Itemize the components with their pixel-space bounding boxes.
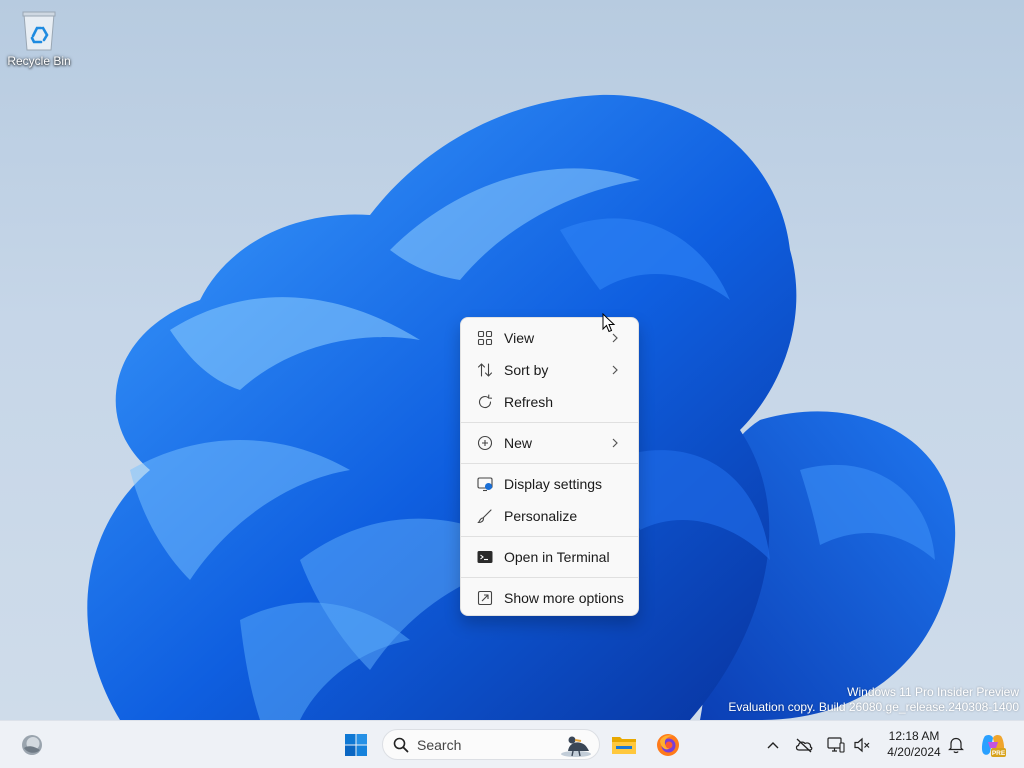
menu-item-show-more-options-label: Show more options <box>504 590 624 606</box>
brush-icon <box>476 507 494 525</box>
menu-item-display-settings-label: Display settings <box>504 476 603 492</box>
network-button[interactable] <box>824 733 848 757</box>
network-icon <box>827 737 845 753</box>
chevron-right-icon <box>612 365 618 375</box>
mouse-pointer-icon <box>602 313 616 333</box>
widgets-icon <box>22 735 42 755</box>
menu-item-new-label: New <box>504 435 533 451</box>
copilot-icon: PRE <box>981 734 1006 757</box>
notifications-button[interactable] <box>944 733 968 757</box>
file-explorer-button[interactable] <box>606 729 642 761</box>
volume-muted-icon <box>854 737 870 753</box>
onedrive-status-button[interactable] <box>792 733 816 757</box>
menu-separator <box>461 422 638 423</box>
menu-item-new[interactable]: New <box>465 427 634 459</box>
menu-item-show-more-options[interactable]: Show more options <box>465 582 634 614</box>
sort-icon <box>476 361 494 379</box>
onedrive-offline-icon <box>795 738 813 753</box>
show-more-icon <box>476 589 494 607</box>
terminal-icon <box>476 548 494 566</box>
taskbar: Search 12:18 AM 4/20/2024 PRE <box>0 720 1024 768</box>
menu-item-refresh-label: Refresh <box>504 394 554 410</box>
start-icon <box>345 734 367 756</box>
refresh-icon <box>476 393 494 411</box>
recycle-bin-label: Recycle Bin <box>7 54 71 68</box>
volume-button[interactable] <box>850 733 874 757</box>
taskbar-search-box[interactable]: Search <box>382 729 600 760</box>
widgets-button[interactable] <box>14 729 50 761</box>
menu-item-display-settings[interactable]: Display settings <box>465 468 634 500</box>
menu-item-personalize[interactable]: Personalize <box>465 500 634 532</box>
display-settings-icon <box>476 475 494 493</box>
chevron-up-icon <box>767 742 779 749</box>
menu-item-open-in-terminal[interactable]: Open in Terminal <box>465 541 634 573</box>
menu-item-refresh[interactable]: Refresh <box>465 386 634 418</box>
firefox-button[interactable] <box>650 729 686 761</box>
watermark-line-1: Windows 11 Pro Insider Preview <box>847 685 1019 699</box>
chevron-right-icon <box>612 438 618 448</box>
menu-item-view-label: View <box>504 330 535 346</box>
menu-item-open-in-terminal-label: Open in Terminal <box>504 549 610 565</box>
desktop[interactable]: Recycle Bin Windows 11 Pro Insider Previ… <box>0 0 1024 720</box>
firefox-icon <box>657 734 679 756</box>
file-explorer-icon <box>612 737 636 754</box>
new-plus-icon <box>476 434 494 452</box>
menu-separator <box>461 577 638 578</box>
copilot-button[interactable]: PRE <box>976 729 1010 761</box>
desktop-context-menu: View Sort by Refresh New Display setting… <box>460 317 639 616</box>
view-grid-icon <box>476 329 494 347</box>
show-hidden-icons-button[interactable] <box>762 733 784 757</box>
search-icon <box>393 737 409 752</box>
recycle-bin-icon <box>22 11 56 51</box>
menu-item-sort-by[interactable]: Sort by <box>465 354 634 386</box>
recycle-bin-shortcut[interactable]: Recycle Bin <box>4 8 74 76</box>
search-label: Search <box>417 736 462 753</box>
menu-item-personalize-label: Personalize <box>504 508 578 524</box>
menu-separator <box>461 536 638 537</box>
notifications-icon <box>948 737 964 754</box>
start-button[interactable] <box>338 729 374 761</box>
watermark-line-2: Evaluation copy. Build 26080.ge_release.… <box>728 700 1019 714</box>
evaluation-watermark: Windows 11 Pro Insider Preview Evaluatio… <box>728 685 1019 715</box>
menu-separator <box>461 463 638 464</box>
copilot-badge: PRE <box>992 750 1006 757</box>
menu-item-sort-by-label: Sort by <box>504 362 549 378</box>
search-highlight-bird-icon <box>561 736 591 757</box>
